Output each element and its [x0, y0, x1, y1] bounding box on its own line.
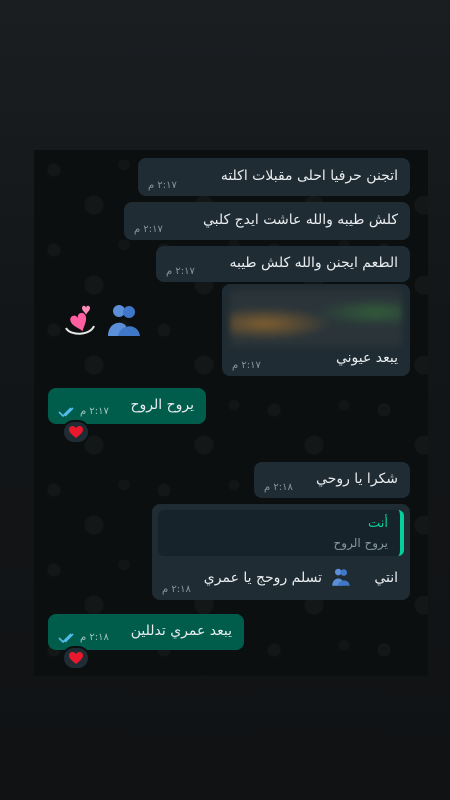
message-bubble-outgoing[interactable]: يبعد عمري تدللين ٢:١٨ م [48, 614, 244, 650]
message-text-after-emoji: انتي [374, 570, 398, 586]
heart-reaction[interactable] [62, 646, 90, 670]
message-bubble-outgoing[interactable]: يروح الروح ٢:١٧ م [48, 388, 206, 424]
people-hugging-emoji [104, 300, 144, 340]
message-time: ٢:١٨ م [264, 482, 293, 493]
message-text: يروح الروح [130, 397, 194, 413]
message-text: اتجنن حرفيا احلى مقبلات اكلته [220, 168, 398, 184]
double-check-read-icon [58, 407, 74, 418]
quoted-author: أنت [368, 516, 388, 531]
blurred-photo[interactable] [230, 290, 402, 346]
message-time: ٢:١٨ م [80, 632, 109, 643]
message-text: تسلم روحج يا عمري [203, 570, 322, 586]
message-bubble-incoming[interactable]: شكرا يا روحي ٢:١٨ م [254, 462, 410, 498]
message-time: ٢:١٧ م [232, 360, 261, 371]
chat-window: اتجنن حرفيا احلى مقبلات اكلته ٢:١٧ م كلش… [34, 150, 428, 676]
revolving-hearts-emoji [60, 300, 100, 340]
message-text: شكرا يا روحي [316, 471, 398, 487]
image-caption: يبعد عيوني [335, 350, 398, 366]
message-text: كلش طيبه والله عاشت ايدج كلبي [202, 212, 398, 228]
message-text: يبعد عمري تدللين [130, 623, 232, 639]
people-hugging-inline-emoji [330, 566, 352, 588]
message-time: ٢:١٧ م [166, 266, 195, 277]
heart-reaction[interactable] [62, 420, 90, 444]
message-bubble-incoming[interactable]: كلش طيبه والله عاشت ايدج كلبي ٢:١٧ م [124, 202, 410, 240]
image-message-bubble[interactable]: يبعد عيوني ٢:١٧ م [222, 284, 410, 376]
message-time: ٢:١٧ م [80, 406, 109, 417]
red-heart-icon [69, 425, 83, 438]
double-check-read-icon [58, 633, 74, 644]
quoted-message[interactable]: أنت يروح الروح [158, 510, 404, 556]
quoted-text: يروح الروح [333, 536, 388, 550]
message-bubble-incoming[interactable]: اتجنن حرفيا احلى مقبلات اكلته ٢:١٧ م [138, 158, 410, 196]
message-time: ٢:١٧ م [134, 224, 163, 235]
message-time: ٢:١٨ م [162, 584, 191, 595]
message-time: ٢:١٧ م [148, 180, 177, 191]
message-bubble-incoming[interactable]: الطعم ايجنن والله كلش طيبه ٢:١٧ م [156, 246, 410, 282]
red-heart-icon [69, 651, 83, 664]
message-text: الطعم ايجنن والله كلش طيبه [229, 255, 398, 271]
reply-message-bubble[interactable]: أنت يروح الروح تسلم روحج يا عمري انتي ٢:… [152, 504, 410, 600]
